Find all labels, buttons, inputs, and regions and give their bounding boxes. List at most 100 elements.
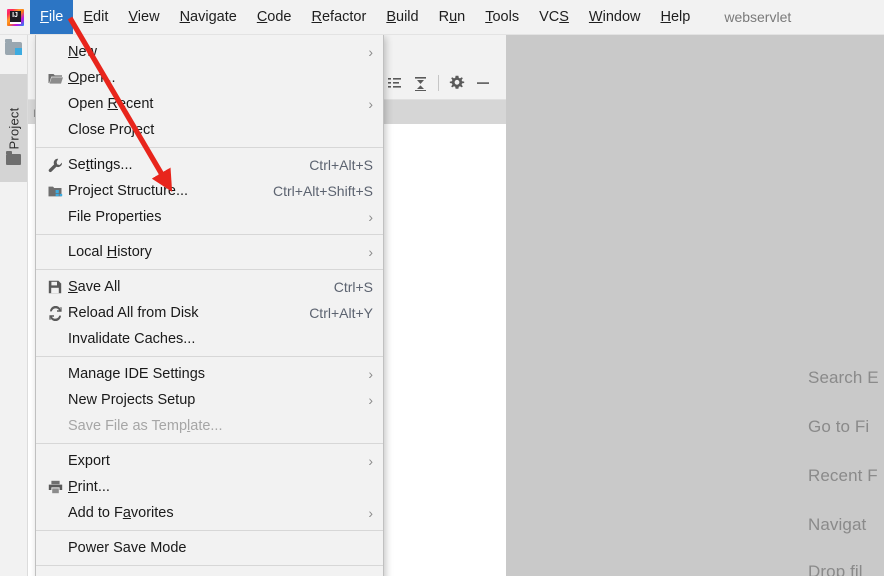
- menu-item-project-structure-accel: Ctrl+Alt+Shift+S: [273, 183, 373, 199]
- menu-item-settings[interactable]: Settings... Ctrl+Alt+S: [36, 152, 383, 178]
- menu-item-print-label: Print...: [68, 479, 110, 495]
- hint-go-to-file: Go to Fi: [808, 417, 870, 436]
- intellij-idea-window: rvlet\webDemo1 Search E Go to Fi Recent …: [0, 0, 884, 576]
- menu-item-save-file-as-template: Save File as Template...: [36, 413, 383, 439]
- wrench-icon: [44, 158, 66, 173]
- chevron-right-icon: ›: [368, 44, 373, 60]
- menu-separator: [36, 443, 383, 444]
- menu-item-reload-all-from-disk[interactable]: Reload All from Disk Ctrl+Alt+Y: [36, 300, 383, 326]
- menu-refactor[interactable]: Refactor: [302, 0, 377, 34]
- menu-item-save-all-accel: Ctrl+S: [333, 279, 373, 295]
- menu-file-label: ile: [48, 9, 64, 25]
- left-tool-strip: Project: [0, 34, 28, 576]
- intellij-idea-logo: [0, 0, 30, 34]
- menu-item-local-history[interactable]: Local History ›: [36, 239, 383, 265]
- menu-run[interactable]: Run: [429, 0, 476, 34]
- menu-build[interactable]: Build: [376, 0, 428, 34]
- hide-icon[interactable]: [470, 70, 496, 96]
- menu-item-project-structure-label: Project Structure...: [68, 183, 189, 199]
- menu-navigate[interactable]: Navigate: [170, 0, 247, 34]
- menu-tools[interactable]: Tools: [475, 0, 529, 34]
- menu-item-new-projects-setup[interactable]: New Projects Setup ›: [36, 387, 383, 413]
- collapse-all-icon[interactable]: [407, 70, 433, 96]
- menu-item-file-properties-label: File Properties: [68, 209, 162, 225]
- menu-item-reload-accel: Ctrl+Alt+Y: [309, 305, 373, 321]
- reload-icon: [44, 305, 66, 321]
- menu-code[interactable]: Code: [247, 0, 302, 34]
- file-menu-popup: New › Open... Open Recent › Close Projec…: [35, 34, 384, 576]
- menu-item-open-recent[interactable]: Open Recent ›: [36, 91, 383, 117]
- chevron-right-icon: ›: [368, 392, 373, 408]
- menu-code-label: ode: [267, 9, 292, 25]
- menu-build-label: uild: [396, 9, 419, 25]
- menu-item-settings-accel: Ctrl+Alt+S: [309, 157, 373, 173]
- chevron-right-icon: ›: [368, 366, 373, 382]
- menu-item-invalidate-caches-label: Invalidate Caches...: [68, 331, 196, 347]
- menu-view-label: iew: [137, 9, 160, 25]
- menu-item-add-to-favorites-label: Add to Favorites: [68, 505, 174, 521]
- chevron-right-icon: ›: [368, 244, 373, 260]
- project-folder-icon: [5, 39, 22, 56]
- menu-item-save-file-as-template-label: Save File as Template...: [68, 418, 223, 434]
- menu-separator: [36, 234, 383, 235]
- chevron-right-icon: ›: [368, 453, 373, 469]
- menu-item-invalidate-caches[interactable]: Invalidate Caches...: [36, 326, 383, 352]
- menu-item-add-to-favorites[interactable]: Add to Favorites ›: [36, 500, 383, 526]
- toolbar-separator: [438, 75, 439, 91]
- expand-all-icon[interactable]: [381, 70, 407, 96]
- menu-item-print[interactable]: Print...: [36, 474, 383, 500]
- chevron-right-icon: ›: [368, 96, 373, 112]
- menu-item-save-all[interactable]: Save All Ctrl+S: [36, 274, 383, 300]
- menu-tools-label: ools: [492, 9, 520, 25]
- chevron-right-icon: ›: [368, 209, 373, 225]
- save-icon: [44, 280, 66, 294]
- menu-separator: [36, 269, 383, 270]
- menu-item-reload-all-from-disk-label: Reload All from Disk: [68, 305, 199, 321]
- project-structure-icon: [44, 185, 66, 198]
- menu-item-close-project-label: Close Project: [68, 122, 155, 138]
- menu-item-new[interactable]: New ›: [36, 39, 383, 65]
- menu-window[interactable]: Window: [579, 0, 651, 34]
- menu-vcs[interactable]: VCS: [529, 0, 579, 34]
- menu-navigate-label: avigate: [190, 9, 237, 25]
- menu-window-label: indow: [602, 9, 641, 25]
- menu-item-settings-label: Settings...: [68, 157, 133, 173]
- menu-item-open-recent-label: Open Recent: [68, 96, 154, 112]
- menu-help-label: elp: [670, 9, 691, 25]
- menu-item-local-history-label: Local History: [68, 244, 152, 260]
- menu-item-open[interactable]: Open...: [36, 65, 383, 91]
- menu-item-manage-ide-settings-label: Manage IDE Settings: [68, 366, 206, 382]
- menu-item-project-structure[interactable]: Project Structure... Ctrl+Alt+Shift+S: [36, 178, 383, 204]
- menu-item-new-label: New: [68, 44, 98, 60]
- menu-item-manage-ide-settings[interactable]: Manage IDE Settings ›: [36, 361, 383, 387]
- menu-item-open-label: Open...: [68, 70, 116, 86]
- chevron-right-icon: ›: [368, 505, 373, 521]
- hint-navigation-bar: Navigat: [808, 515, 867, 534]
- menu-separator: [36, 530, 383, 531]
- welcome-hints: Search E Go to Fi Recent F Navigat Drop …: [506, 34, 884, 576]
- menu-edit[interactable]: Edit: [73, 0, 118, 34]
- menu-separator: [36, 565, 383, 566]
- menu-item-power-save-mode-label: Power Save Mode: [68, 540, 187, 556]
- menu-refactor-label: efactor: [321, 9, 367, 25]
- editor-background: Search E Go to Fi Recent F Navigat Drop …: [506, 34, 884, 576]
- menu-item-exit[interactable]: Exit: [36, 570, 383, 576]
- menu-item-save-all-label: Save All: [68, 279, 121, 295]
- hint-search-everywhere: Search E: [808, 368, 879, 387]
- menu-item-export[interactable]: Export ›: [36, 448, 383, 474]
- gear-icon[interactable]: [444, 70, 470, 96]
- menu-separator: [36, 147, 383, 148]
- menu-item-close-project[interactable]: Close Project: [36, 117, 383, 143]
- menu-help[interactable]: Help: [650, 0, 700, 34]
- menu-item-file-properties[interactable]: File Properties ›: [36, 204, 383, 230]
- menu-item-new-projects-setup-label: New Projects Setup: [68, 392, 196, 408]
- menu-bar: File Edit View Navigate Code Refactor Bu…: [0, 0, 884, 35]
- hint-drop-files: Drop fil: [808, 562, 863, 576]
- window-title: webservlet: [724, 9, 792, 25]
- folder-icon[interactable]: [6, 151, 21, 166]
- menu-file[interactable]: File: [30, 0, 74, 34]
- menu-view[interactable]: View: [118, 0, 169, 34]
- menu-separator: [36, 356, 383, 357]
- print-icon: [44, 480, 66, 494]
- menu-item-power-save-mode[interactable]: Power Save Mode: [36, 535, 383, 561]
